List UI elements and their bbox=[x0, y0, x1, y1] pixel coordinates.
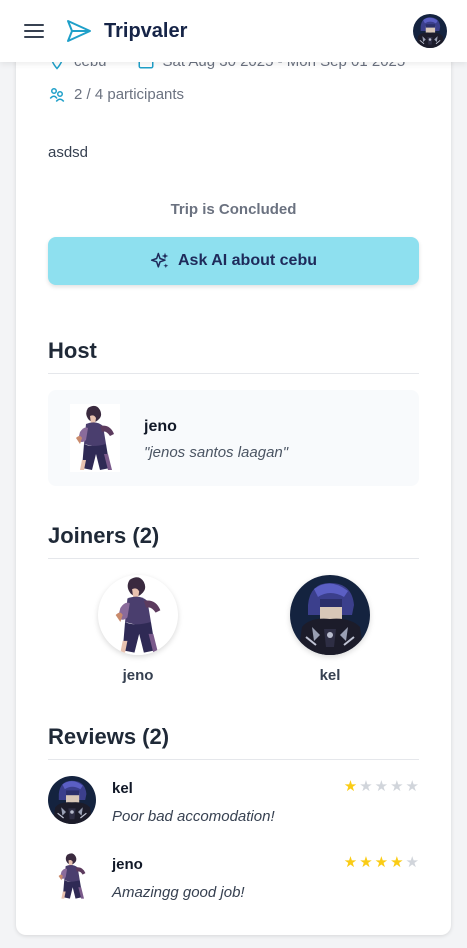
reviewer-avatar bbox=[48, 776, 96, 824]
reviews-heading: Reviews (2) bbox=[48, 724, 170, 749]
review-text: Amazingg good job! bbox=[112, 884, 245, 901]
star-empty-icon: ★ bbox=[405, 778, 419, 795]
app-header: Tripvaler bbox=[0, 0, 467, 62]
review-item: jeno Amazingg good job! ★ ★ ★ ★ ★ bbox=[48, 852, 419, 908]
star-filled-icon: ★ bbox=[390, 854, 404, 871]
sparkles-icon bbox=[150, 252, 169, 269]
user-avatar[interactable] bbox=[413, 14, 447, 48]
host-quote: "jenos santos laagan" bbox=[144, 444, 289, 461]
star-filled-icon: ★ bbox=[343, 778, 358, 795]
trip-description: asdsd bbox=[48, 144, 89, 161]
star-empty-icon: ★ bbox=[359, 778, 373, 795]
joiners-heading: Joiners (2) bbox=[48, 523, 160, 548]
reviewer-avatar bbox=[48, 852, 96, 900]
participants-count: 2 / 4 participants bbox=[74, 85, 185, 103]
star-rating: ★ ★ ★ ★ ★ bbox=[344, 778, 419, 796]
hamburger-menu-icon[interactable] bbox=[24, 20, 46, 42]
review-item: kel Poor bad accomodation! ★ ★ ★ ★ ★ bbox=[48, 776, 419, 832]
trip-details-card: cebu Sat Aug 30 2025 - Mon Sep 01 2025 2… bbox=[16, 0, 451, 935]
brand-name[interactable]: Tripvaler bbox=[104, 20, 187, 43]
joiner-name: jeno bbox=[122, 667, 154, 684]
joiner-avatar bbox=[290, 575, 370, 655]
host-name: jeno bbox=[144, 418, 177, 435]
joiner-item[interactable]: kel bbox=[290, 575, 370, 684]
reviewer-name: jeno bbox=[112, 856, 143, 873]
star-rating: ★ ★ ★ ★ ★ bbox=[344, 854, 419, 872]
host-avatar bbox=[70, 404, 120, 472]
joiner-name: kel bbox=[319, 667, 341, 684]
joiner-item[interactable]: jeno bbox=[98, 575, 178, 684]
star-filled-icon: ★ bbox=[374, 854, 389, 871]
reviews-divider bbox=[48, 759, 419, 760]
star-filled-icon: ★ bbox=[359, 854, 373, 871]
ask-ai-button[interactable]: Ask AI about cebu bbox=[48, 237, 419, 285]
ask-ai-label: Ask AI about cebu bbox=[178, 252, 317, 269]
host-divider bbox=[48, 373, 419, 374]
star-empty-icon: ★ bbox=[405, 854, 419, 871]
reviewer-name: kel bbox=[112, 780, 133, 797]
host-heading: Host bbox=[48, 338, 97, 363]
review-text: Poor bad accomodation! bbox=[112, 808, 275, 825]
participants-icon bbox=[49, 88, 65, 103]
paper-plane-icon[interactable] bbox=[65, 17, 93, 45]
star-filled-icon: ★ bbox=[343, 854, 358, 871]
participants-row: 2 / 4 participants bbox=[48, 85, 184, 103]
joiners-divider bbox=[48, 558, 419, 559]
star-empty-icon: ★ bbox=[374, 778, 389, 795]
star-empty-icon: ★ bbox=[390, 778, 404, 795]
host-card[interactable]: jeno "jenos santos laagan" bbox=[48, 390, 419, 486]
joiner-avatar bbox=[98, 575, 178, 655]
trip-status: Trip is Concluded bbox=[170, 201, 297, 218]
